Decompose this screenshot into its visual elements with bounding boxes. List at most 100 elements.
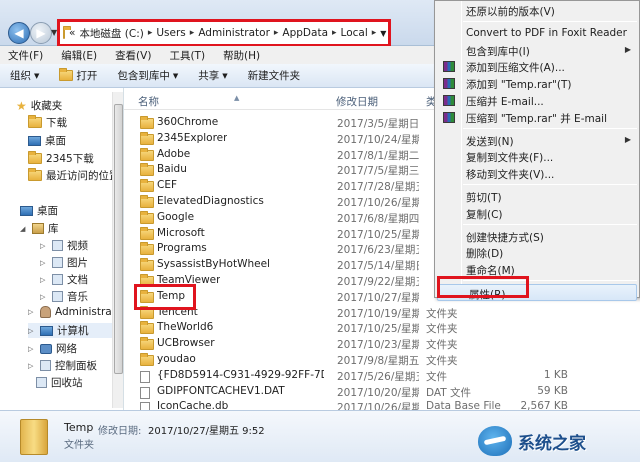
menu-item-label: 添加到 "Temp.rar"(T) <box>466 79 572 92</box>
file-date: 2017/8/1/星期二 ... <box>337 150 419 162</box>
context-menu-item[interactable]: 还原以前的版本(V) <box>435 2 639 19</box>
nav-control-panel[interactable]: ▷ 控制面板 <box>28 358 97 373</box>
context-menu-item[interactable]: 复制到文件夹(F)... <box>435 148 639 165</box>
nav-scrollbar-thumb[interactable] <box>114 104 123 374</box>
nav-2345-downloads[interactable]: 2345下载 <box>28 151 94 166</box>
recent-pages-dropdown-icon[interactable]: ▼ <box>51 28 57 37</box>
computer-icon <box>40 325 53 336</box>
context-menu-item[interactable]: 剪切(T) <box>435 188 639 205</box>
address-bar[interactable]: « 本地磁盘 (C:) ▸ Users ▸ Administrator ▸ Ap… <box>58 20 390 46</box>
breadcrumb-arrow-icon[interactable]: ▸ <box>274 28 279 38</box>
nav-music[interactable]: ▷ 音乐 <box>40 289 88 304</box>
nav-administrator[interactable]: ▷ Administrator <box>28 306 123 318</box>
context-menu-item[interactable]: 创建快捷方式(S) <box>435 228 639 245</box>
desktop-icon <box>28 135 41 146</box>
nav-label: 计算机 <box>57 325 89 337</box>
nav-desktop[interactable]: 桌面 <box>28 133 66 148</box>
nav-documents[interactable]: ▷ 文档 <box>40 272 88 287</box>
context-menu-item[interactable]: 重命名(M) <box>435 261 639 278</box>
context-menu-item[interactable]: 压缩到 "Temp.rar" 并 E-mail <box>435 109 639 126</box>
context-menu-item[interactable]: 压缩并 E-mail... <box>435 92 639 109</box>
table-row[interactable]: youdao 2017/9/8/星期五 ... 文件夹 <box>124 352 554 368</box>
include-label: 包含到库中 <box>117 70 170 82</box>
menu-edit[interactable]: 编辑(E) <box>61 48 97 63</box>
new-folder-button[interactable]: 新建文件夹 <box>248 68 301 83</box>
expand-arrow-icon[interactable]: ▷ <box>40 242 48 250</box>
expand-arrow-icon[interactable]: ▷ <box>28 345 36 353</box>
table-row[interactable]: {FD8D5914-C931-4929-92FF-7D39356... 2017/… <box>124 368 568 384</box>
breadcrumb-arrow-icon[interactable]: ▸ <box>332 28 337 38</box>
breadcrumb-users[interactable]: Users <box>156 27 185 39</box>
nav-scrollbar[interactable] <box>112 92 123 408</box>
table-row[interactable]: TheWorld6 2017/10/25/星期三... 文件夹 <box>124 320 554 336</box>
nav-recent-places[interactable]: 最近访问的位置 <box>28 168 120 183</box>
nav-pictures[interactable]: ▷ 图片 <box>40 255 88 270</box>
organize-button[interactable]: 组织 ▼ <box>10 68 39 83</box>
include-in-library-button[interactable]: 包含到库中 ▼ <box>117 68 178 83</box>
nav-label: 下载 <box>46 117 67 129</box>
breadcrumb-appdata[interactable]: AppData <box>282 27 328 39</box>
expand-arrow-icon[interactable]: ▷ <box>40 276 48 284</box>
open-button[interactable]: 打开 <box>59 68 97 83</box>
file-name: Temp <box>157 290 185 302</box>
forward-button[interactable]: ▶ <box>30 22 52 44</box>
file-name: CEF <box>157 179 178 191</box>
context-menu-item[interactable]: 属性(R) <box>437 284 637 301</box>
sort-arrow-icon: ▲ <box>234 94 240 102</box>
expand-arrow-icon[interactable]: ◢ <box>20 225 28 233</box>
file-type: DAT 文件 <box>426 387 472 399</box>
nav-label: 回收站 <box>51 377 83 389</box>
expand-arrow-icon[interactable]: ▷ <box>28 327 36 335</box>
folder-icon <box>140 258 154 271</box>
context-menu-item[interactable]: 发送到(N) ▶ <box>435 132 639 149</box>
menu-tools[interactable]: 工具(T) <box>169 48 205 63</box>
menu-view[interactable]: 查看(V) <box>115 48 151 63</box>
context-menu-item[interactable]: 移动到文件夹(V)... <box>435 165 639 182</box>
share-button[interactable]: 共享 ▼ <box>198 68 227 83</box>
context-menu-item[interactable]: Convert to PDF in Foxit Reader <box>435 25 639 42</box>
expand-arrow-icon[interactable]: ▷ <box>40 293 48 301</box>
nav-desktop-root[interactable]: 桌面 <box>20 203 58 218</box>
nav-favorites[interactable]: ★ 收藏夹 <box>16 98 62 113</box>
file-date: 2017/10/26/星期四... <box>337 197 419 209</box>
expand-arrow-icon[interactable]: ▷ <box>40 259 48 267</box>
nav-libraries[interactable]: ◢ 库 <box>20 221 59 236</box>
context-menu-item[interactable]: 添加到压缩文件(A)... <box>435 58 639 75</box>
context-menu-item[interactable]: 删除(D) <box>435 244 639 261</box>
context-menu-item[interactable]: 添加到 "Temp.rar"(T) <box>435 75 639 92</box>
folder-icon <box>140 321 154 334</box>
context-menu: 还原以前的版本(V) Convert to PDF in Foxit Reader… <box>434 0 640 301</box>
breadcrumb-arrow-icon[interactable]: ▸ <box>148 28 153 38</box>
breadcrumb-administrator[interactable]: Administrator <box>198 27 270 39</box>
breadcrumb-local[interactable]: Local <box>341 27 368 39</box>
column-header-date[interactable]: 修改日期 <box>336 94 378 109</box>
file-type: 文件夹 <box>426 339 458 351</box>
column-header-name[interactable]: 名称 <box>138 94 159 109</box>
nav-network[interactable]: ▷ 网络 <box>28 341 77 356</box>
folder-icon <box>140 306 154 319</box>
breadcrumb-arrow-icon[interactable]: ▸ <box>372 28 377 38</box>
address-dropdown-icon[interactable]: ▼ <box>380 29 386 38</box>
nav-computer[interactable]: ▷ 计算机 <box>28 323 112 338</box>
file-date: 2017/10/25/星期三... <box>337 323 419 335</box>
menu-separator <box>463 280 637 281</box>
nav-downloads[interactable]: 下载 <box>28 115 67 130</box>
table-row[interactable]: UCBrowser 2017/10/23/星期一... 文件夹 <box>124 336 554 352</box>
file-date: 2017/10/25/星期三... <box>337 229 419 241</box>
back-button[interactable]: ◀ <box>8 22 30 44</box>
context-menu-item[interactable]: 复制(C) <box>435 205 639 222</box>
expand-arrow-icon[interactable]: ▷ <box>28 362 36 370</box>
menu-help[interactable]: 帮助(H) <box>223 48 260 63</box>
folder-icon <box>140 179 154 192</box>
nav-label: 网络 <box>56 343 77 355</box>
context-menu-item[interactable]: 包含到库中(I) ▶ <box>435 42 639 59</box>
nav-videos[interactable]: ▷ 视频 <box>40 238 88 253</box>
expand-arrow-icon[interactable]: ▷ <box>28 308 36 316</box>
table-row[interactable]: Tencent 2017/10/19/星期四... 文件夹 <box>124 305 554 321</box>
nav-recycle-bin[interactable]: 回收站 <box>36 375 83 390</box>
downloads-icon <box>28 115 42 128</box>
breadcrumb-drive[interactable]: 本地磁盘 (C:) <box>79 26 143 41</box>
menu-file[interactable]: 文件(F) <box>8 48 43 63</box>
breadcrumb-arrow-icon[interactable]: ▸ <box>190 28 195 38</box>
table-row[interactable]: GDIPFONTCACHEV1.DAT 2017/10/20/星期五... DAT … <box>124 384 568 400</box>
